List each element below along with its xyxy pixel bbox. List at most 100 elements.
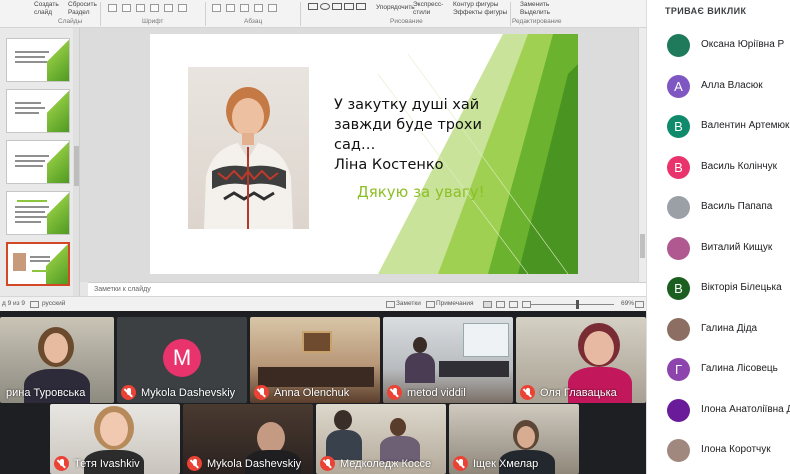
ribbon-separator — [510, 2, 511, 26]
fit-slide-icon[interactable] — [635, 301, 644, 308]
ribbon-shape-effects[interactable]: Эффекты фигуры — [453, 9, 507, 16]
font-bold-icon[interactable] — [108, 4, 117, 12]
slide-thumbnail-selected[interactable] — [6, 242, 70, 286]
notes-pane[interactable]: Заметки к слайду — [88, 282, 646, 296]
align-right-icon[interactable] — [240, 4, 249, 12]
columns-icon[interactable] — [268, 4, 277, 12]
participant-name: Оля Главацька — [540, 387, 617, 399]
participant-row[interactable]: Виталий Кищук — [647, 229, 790, 269]
group-drawing: Рисование — [390, 18, 423, 25]
language-indicator[interactable]: русский — [42, 300, 65, 307]
mic-off-icon — [254, 385, 269, 400]
zoom-slider[interactable] — [530, 304, 614, 305]
video-tile[interactable]: Оля Главацька — [516, 317, 646, 403]
video-tile[interactable]: Mykola Dashevskiy — [183, 404, 313, 474]
slide-thumbnail[interactable] — [6, 89, 70, 133]
notes-toggle[interactable]: Заметки — [396, 300, 421, 307]
participant-row[interactable]: А Алла Власюк — [647, 67, 790, 107]
sorter-view-icon[interactable] — [496, 301, 505, 308]
font-strike-icon[interactable] — [150, 4, 159, 12]
zoom-slider-handle[interactable] — [576, 300, 579, 309]
participant-avatar: А — [667, 74, 690, 98]
mic-off-icon — [121, 385, 136, 400]
participant-name: Василь Папапа — [701, 201, 773, 212]
zoom-level[interactable]: 69% — [621, 300, 634, 307]
participant-name: Ілона Коротчук — [701, 444, 771, 455]
slide-thumbnail[interactable] — [6, 191, 70, 235]
font-italic-icon[interactable] — [122, 4, 131, 12]
participant-row[interactable]: Галина Діда — [647, 310, 790, 350]
participant-name: Галина Лісовець — [701, 363, 778, 374]
align-justify-icon[interactable] — [254, 4, 263, 12]
mic-off-icon — [520, 385, 535, 400]
participant-row[interactable]: Ілона Коротчук — [647, 431, 790, 471]
quote-line-2: завжди буде трохи сад… — [334, 117, 482, 153]
participant-row[interactable]: Оксана Юріївна Р — [647, 26, 790, 66]
participant-row[interactable]: Василь Папапа — [647, 188, 790, 228]
shared-presentation: Создать слайд Сбросить Раздел Слайды Шри… — [0, 0, 646, 311]
ribbon-reset[interactable]: Сбросить — [68, 1, 97, 8]
mic-off-icon — [320, 456, 335, 471]
ribbon-section[interactable]: Раздел — [68, 9, 89, 16]
current-slide[interactable]: У закутку душі хай завжди буде трохи сад… — [150, 34, 578, 274]
participant-name: рина Туровська — [6, 387, 86, 399]
group-slides: Слайды — [58, 18, 83, 25]
notes-icon[interactable] — [386, 301, 395, 308]
ribbon-new-slide[interactable]: Создать — [34, 1, 59, 8]
participant-avatar — [667, 317, 690, 341]
participant-name: Вікторія Білецька — [701, 282, 782, 293]
reading-view-icon[interactable] — [509, 301, 518, 308]
video-tile[interactable]: metod viddil — [383, 317, 513, 403]
video-tile[interactable]: M Mykola Dashevskiy — [117, 317, 247, 403]
participant-row[interactable]: Ілона Анатоліївна Д — [647, 391, 790, 431]
ribbon-separator — [300, 2, 301, 26]
ribbon-replace[interactable]: Заменить — [520, 1, 549, 8]
participant-avatar: В — [667, 277, 690, 300]
status-bar: д 9 из 9 русский Заметки Примечания 69% — [0, 296, 646, 311]
participant-name: Виталий Кищук — [701, 241, 773, 253]
ribbon-select[interactable]: Выделить — [520, 9, 550, 16]
mic-off-icon — [453, 456, 468, 471]
ribbon-new-slide-2[interactable]: слайд — [34, 9, 52, 16]
mic-off-icon — [187, 456, 202, 471]
participant-avatar: В — [667, 155, 690, 179]
video-tile[interactable]: Медколедж Коссе — [316, 404, 446, 474]
panel-title: ТРИВАЄ ВИКЛИК — [665, 6, 747, 16]
video-tile[interactable]: Тетя Ivashkiv — [50, 404, 180, 474]
group-font: Шрифт — [142, 18, 164, 25]
shape-rect-icon[interactable] — [308, 3, 318, 10]
comments-toggle[interactable]: Примечания — [436, 300, 474, 307]
participant-row[interactable]: В Валентин Артемюк — [647, 107, 790, 147]
participant-name: Оксана Юріївна Р — [701, 39, 785, 50]
align-center-icon[interactable] — [226, 4, 235, 12]
shape-arrow-icon[interactable] — [344, 3, 354, 10]
slide-thumbnail[interactable] — [6, 140, 70, 184]
font-shadow-icon[interactable] — [164, 4, 173, 12]
video-tile[interactable]: рина Туровська — [0, 317, 114, 403]
normal-view-icon[interactable] — [483, 301, 492, 308]
align-left-icon[interactable] — [212, 4, 221, 12]
participant-row[interactable]: Г Галина Лісовець — [647, 350, 790, 390]
editor-scrollbar[interactable] — [638, 28, 646, 282]
comments-icon[interactable] — [426, 301, 435, 308]
participant-name: Валентин Артемюк — [701, 120, 790, 131]
thumbnails-scrollbar[interactable] — [73, 28, 79, 296]
shape-oval-icon[interactable] — [320, 3, 330, 10]
spellcheck-icon[interactable] — [30, 301, 39, 308]
video-tile[interactable]: Anna Olenchuk — [250, 317, 380, 403]
ribbon-quick-styles-2[interactable]: стили — [413, 9, 430, 16]
slide-thumbnail[interactable] — [6, 38, 70, 82]
font-case-icon[interactable] — [178, 4, 187, 12]
group-paragraph: Абзац — [244, 18, 263, 25]
ribbon-shape-outline[interactable]: Контур фигуры — [453, 1, 498, 8]
ribbon-arrange[interactable]: Упорядочить — [376, 4, 415, 11]
video-tile[interactable]: Іщек Хмелар — [449, 404, 579, 474]
shape-star-icon[interactable] — [356, 3, 366, 10]
participant-name: Василь Колінчук — [701, 160, 777, 172]
ribbon-quick-styles[interactable]: Экспресс- — [413, 1, 443, 8]
slide-editor: У закутку душі хай завжди буде трохи сад… — [80, 28, 646, 282]
font-underline-icon[interactable] — [136, 4, 145, 12]
shape-line-icon[interactable] — [332, 3, 342, 10]
participant-row[interactable]: В Вікторія Білецька — [647, 269, 790, 309]
participant-row[interactable]: В Василь Колінчук — [647, 148, 790, 188]
